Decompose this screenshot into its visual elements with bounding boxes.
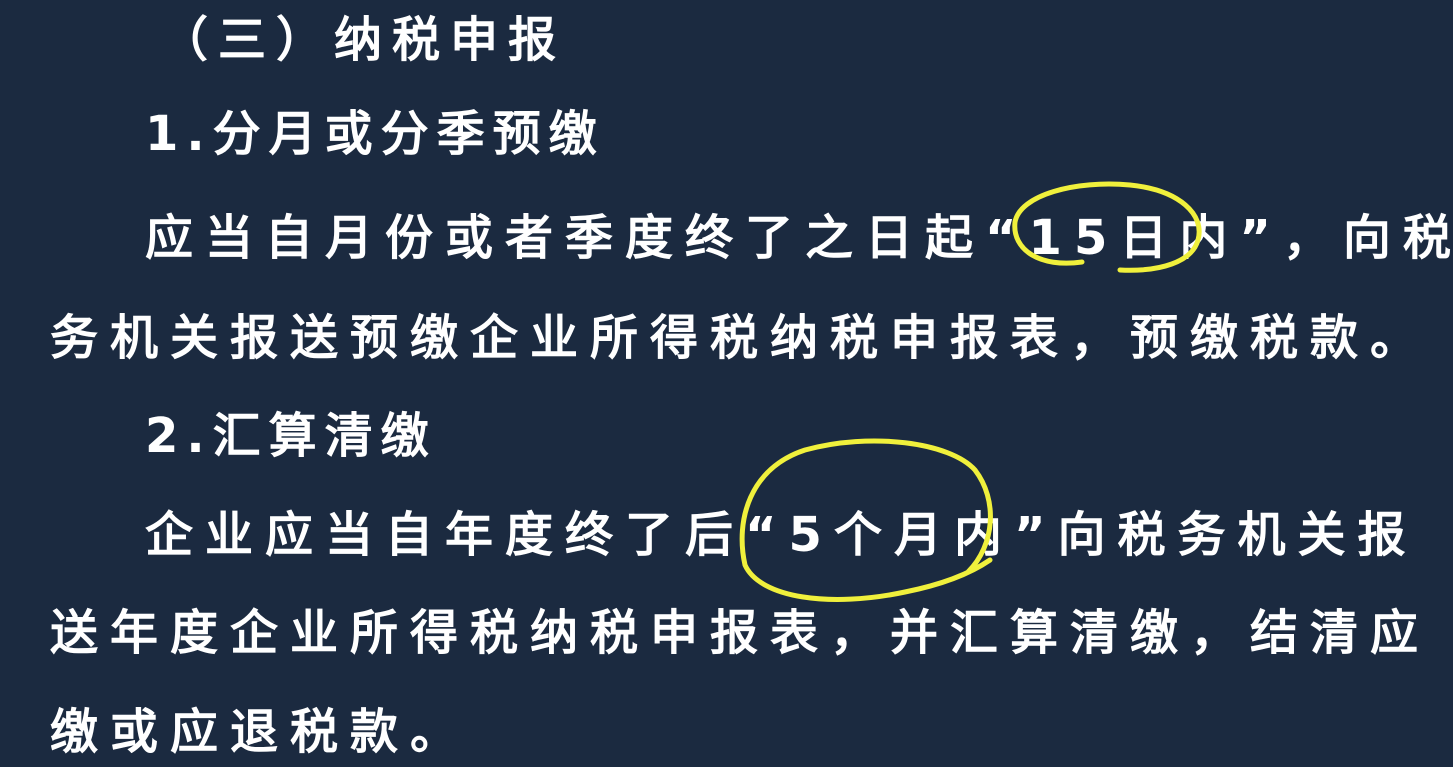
paragraph-line: 送年度企业所得税纳税申报表，并汇算清缴，结清应 (50, 605, 1431, 661)
subsection-heading-monthly-prepay: 1.分月或分季预缴 (145, 106, 605, 162)
paragraph-line: 应当自月份或者季度终了之日起“15日内”，向税 (145, 210, 1453, 266)
slide: （三）纳税申报 1.分月或分季预缴 应当自月份或者季度终了之日起“15日内”，向… (0, 0, 1453, 767)
section-heading: （三）纳税申报 (160, 12, 567, 68)
paragraph-line: 缴或应退税款。 (50, 704, 471, 760)
paragraph-line: 企业应当自年度终了后“5个月内”向税务机关报 (145, 507, 1418, 563)
subsection-heading-annual-settlement: 2.汇算清缴 (145, 408, 437, 464)
paragraph-line: 务机关报送预缴企业所得税纳税申报表，预缴税款。 (50, 310, 1431, 366)
